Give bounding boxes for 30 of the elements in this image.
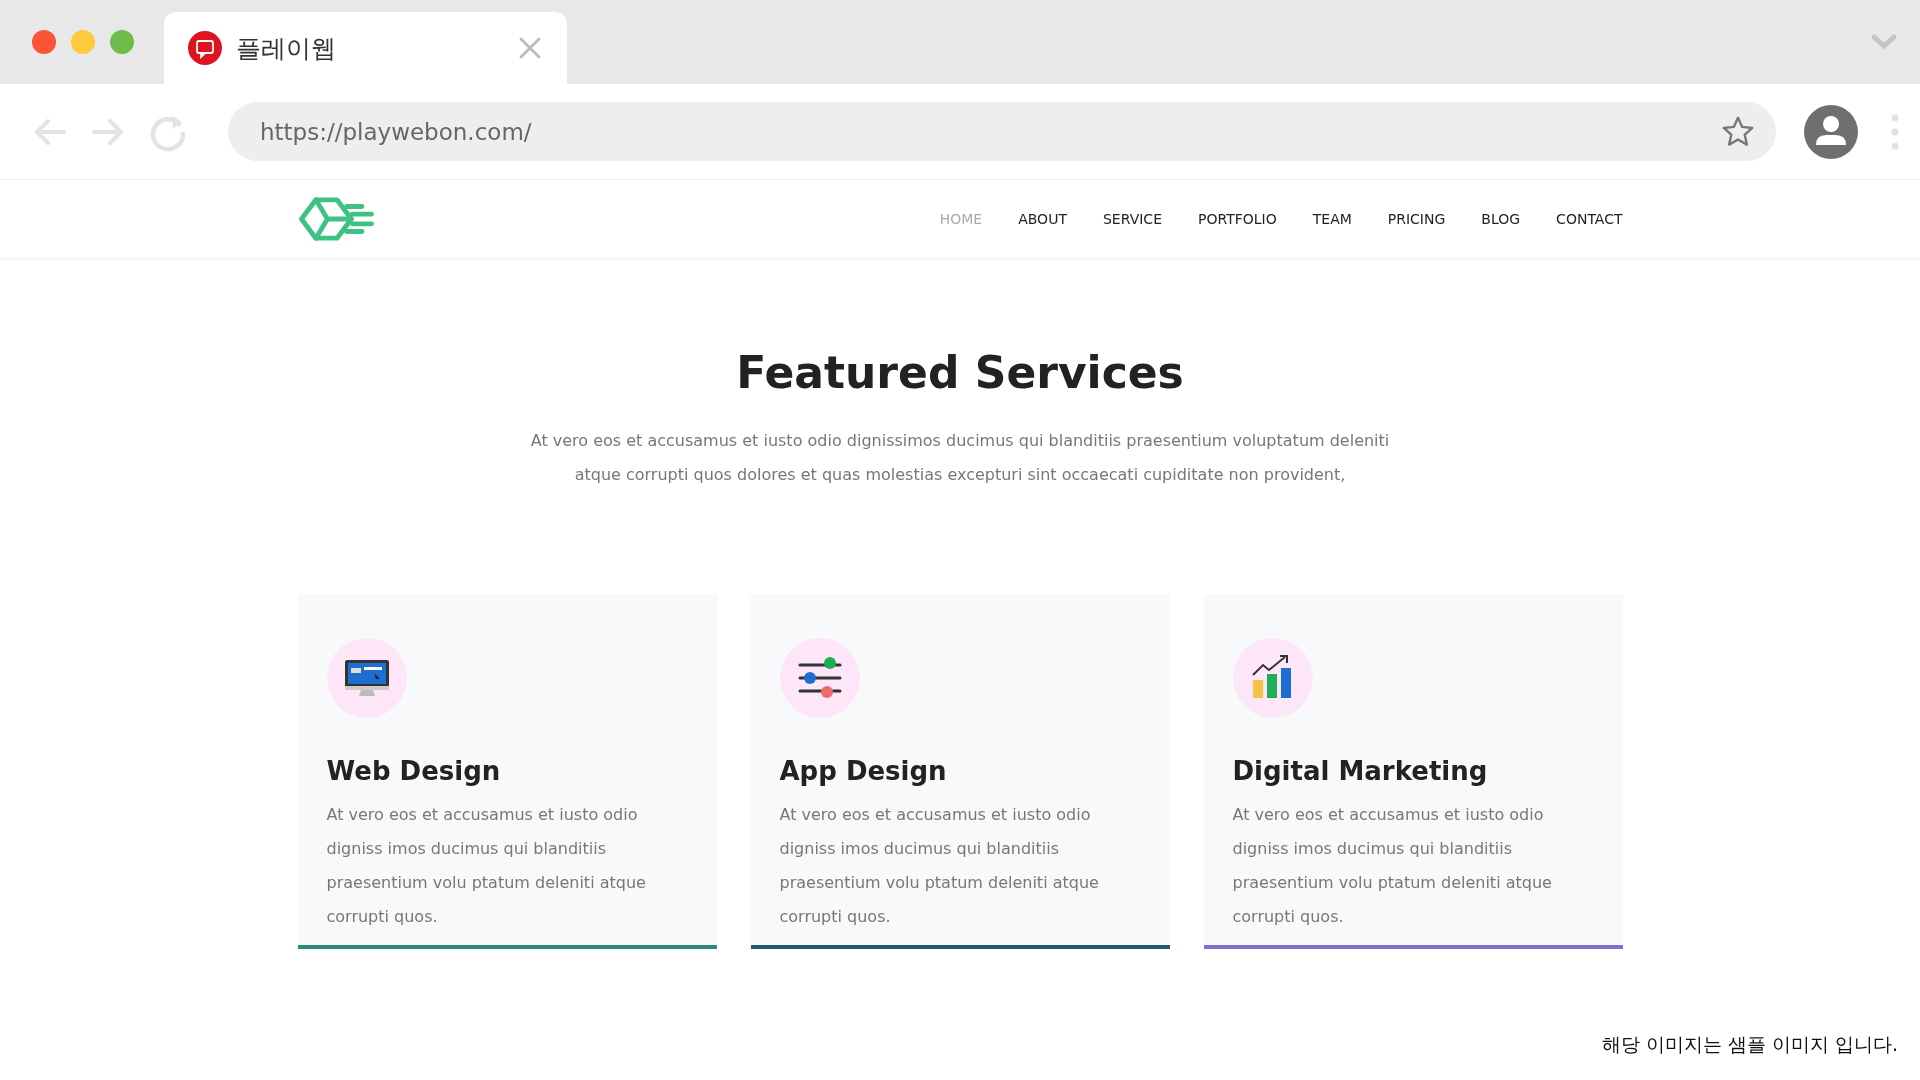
card-title: App Design bbox=[779, 756, 948, 786]
card-text: At vero eos et accusamus et iusto odio digniss imos ducimus qui blanditiis praesentium volu ptatum deleniti atque corrupti quos. bbox=[779, 804, 1100, 928]
nav-link[interactable]: PRICING bbox=[1387, 211, 1446, 227]
maximize-window-button[interactable] bbox=[110, 30, 134, 54]
profile-avatar-icon[interactable] bbox=[1804, 104, 1858, 159]
nav-link[interactable]: CONTACT bbox=[1556, 211, 1623, 227]
nav-link[interactable]: TEAM bbox=[1312, 211, 1352, 227]
tab-title: 플레이웹 bbox=[236, 32, 337, 65]
nav-link[interactable]: ABOUT bbox=[1018, 211, 1067, 227]
browser-tab[interactable]: 플레이웹 bbox=[164, 12, 567, 84]
chat-bubble-icon bbox=[188, 31, 222, 65]
address-bar[interactable]: https://playwebon.com/ bbox=[228, 102, 1776, 161]
monitor-icon bbox=[326, 638, 407, 718]
card-text: At vero eos et accusamus et iusto odio digniss imos ducimus qui blanditiis praesentium volu ptatum deleniti atque corrupti quos. bbox=[1232, 804, 1553, 928]
card-title: Web Design bbox=[326, 756, 502, 786]
nav-link[interactable]: SERVICE bbox=[1102, 211, 1162, 227]
section-title: Featured Services bbox=[736, 347, 1184, 398]
bar-chart-icon bbox=[1232, 638, 1313, 718]
cube-logo-icon[interactable] bbox=[297, 195, 376, 243]
nav-link[interactable]: BLOG bbox=[1481, 211, 1521, 227]
section-description: At vero eos et accusamus et iusto odio dignissimos ducimus qui blanditiis praesentium voluptatum deleniti atque corrupti quos dolores et quas molestias excepturi sint occaecati cupiditate non provident, bbox=[529, 430, 1391, 486]
card-text: At vero eos et accusamus et iusto odio digniss imos ducimus qui blanditiis praesentium volu ptatum deleniti atque corrupti quos. bbox=[326, 804, 647, 928]
minimize-window-button[interactable] bbox=[71, 30, 95, 54]
nav-link[interactable]: PORTFOLIO bbox=[1198, 211, 1277, 227]
chevron-down-icon[interactable] bbox=[1870, 33, 1898, 51]
card-title: Digital Marketing bbox=[1232, 756, 1489, 786]
sliders-icon bbox=[779, 638, 860, 718]
sample-notice: 해당 이미지는 샘플 이미지 입니다. bbox=[1601, 1032, 1898, 1057]
close-window-button[interactable] bbox=[32, 30, 56, 54]
close-icon[interactable] bbox=[517, 35, 543, 61]
